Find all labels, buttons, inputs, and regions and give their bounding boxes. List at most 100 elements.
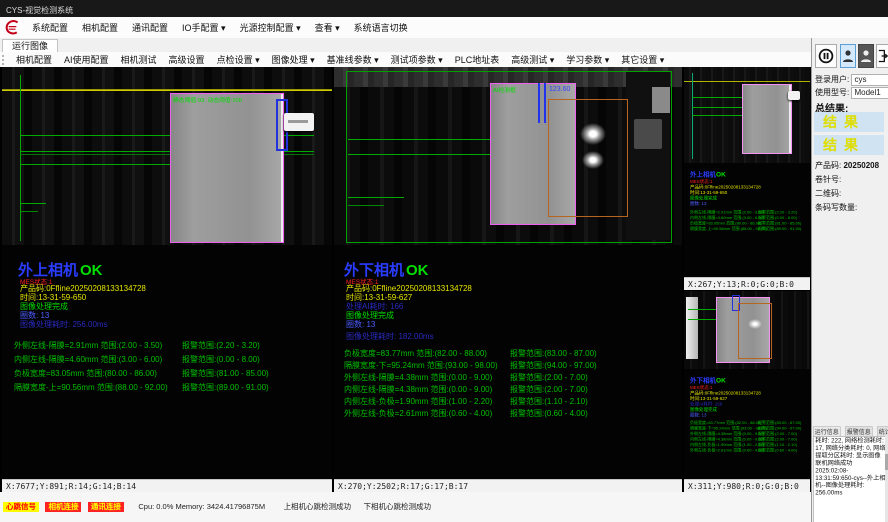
alarm-range-text: 报警范围:(0.60 - 4.00): [510, 408, 588, 419]
overlay-green-hline: [348, 205, 384, 206]
operator-icon: [860, 49, 872, 63]
menu-item-comm-config[interactable]: 通讯配置: [125, 18, 175, 38]
measurement-row: 外侧左线-隔膜=2.91mm 范围:(2.00 - 3.50) 报警范围:(2.…: [14, 340, 332, 351]
measurement-text: 外侧左线-负极=2.61mm 范围:(0.60 - 4.00): [344, 409, 492, 418]
gripper-part: [284, 113, 314, 131]
toolbar: 相机配置 AI使用配置 相机测试 高级设置 点检设置 ▾ 图像处理 ▾ 基准线参…: [0, 52, 888, 68]
turns-text: 圈数: 13: [346, 319, 375, 330]
result-ok-text: OK: [80, 262, 103, 279]
measurement-text: 内侧左线-隔膜=4.60mm 范围:(3.00 - 6.00): [690, 216, 764, 221]
tool-ai-config[interactable]: AI使用配置: [58, 53, 115, 67]
pause-button[interactable]: [815, 44, 837, 68]
overlay-green-hline: [688, 309, 716, 310]
cursor-readout: X:270;Y:2502;R:17;G:17;B:17: [334, 479, 682, 492]
comm-link-badge: 通讯连接: [88, 502, 124, 512]
measurement-text: 内侧左线-隔膜=4.38mm 范围:(0.00 - 9.00): [344, 385, 492, 394]
log-text-area[interactable]: 耗时: 222, 网络检测耗时: 17, 网络分类耗时: 0, 网络提取分区耗时…: [813, 436, 887, 522]
camera-thumb-view-top[interactable]: [684, 67, 810, 163]
tool-advanced-test[interactable]: 高级测试 ▾: [505, 53, 560, 67]
alarm-range-text: 报警范围:(2.20 - 3.20): [182, 340, 260, 351]
toolbar-grip[interactable]: [2, 55, 7, 65]
overlay-green-vline: [20, 75, 21, 241]
menu-item-system-config[interactable]: 系统配置: [25, 18, 75, 38]
cursor-readout: X:267;Y:13;R:0;G:0;B:0: [684, 277, 810, 290]
measurement-text: 外侧左线-负极=2.61mm 范围:(0.60 - 4.00): [690, 448, 764, 453]
overlay-green-hline: [688, 319, 716, 320]
menu-item-language[interactable]: 系统语言切换: [347, 18, 415, 38]
measurement-text: 负极宽度=83.77mm 范围:(82.00 - 88.00): [344, 349, 487, 358]
camera-thumb-panel-top: 外上相机OK MES状态:1 产品码:0Ffline20250208133134…: [684, 67, 810, 290]
camera-view-outer-bottom[interactable]: AI检测框 123.60: [334, 67, 682, 245]
menu-item-io-config[interactable]: IO手配置 ▾: [175, 18, 233, 38]
measurement-text: 隔膜宽度-下=95.24mm 范围:(93.00 - 98.00): [690, 426, 767, 431]
menu-item-view[interactable]: 查看 ▾: [308, 18, 347, 38]
pin-number-label: 卷针号:: [815, 174, 841, 185]
elapsed-text: 图像处理耗时: 182.00ms: [346, 331, 434, 342]
measurement-row: 内侧左线-隔膜=4.60mm 范围:(3.00 - 6.00) 报警范围:(0.…: [14, 354, 332, 365]
machine-part: [652, 87, 670, 113]
cpu-memory-text: Cpu: 0.0% Memory: 3424.41796875M: [138, 502, 265, 511]
user-icon: [842, 49, 854, 63]
camera-thumb-view-bottom[interactable]: [684, 291, 810, 369]
operator-button[interactable]: [858, 44, 874, 68]
qr-code-label: 二维码:: [815, 188, 841, 199]
main-area: 静态阈值:93, 动态阈值:100 外上相机OK MES状态:1 产品码:0Ff…: [0, 67, 811, 492]
tool-test-params[interactable]: 测试项参数 ▾: [385, 53, 449, 67]
login-user-row: 登录用户: cys: [815, 74, 888, 86]
measurement-text: 隔膜宽度-上=90.56mm 范围:(88.00 - 92.00): [690, 227, 767, 232]
overlay-green-hline: [20, 164, 172, 165]
threshold-label: 静态阈值:93, 动态阈值:100: [173, 95, 242, 104]
reflection-glow: [580, 123, 606, 145]
overlay-green-hline: [692, 115, 744, 116]
alarm-range-text: 报警范围:(2.00 - 7.00): [510, 372, 588, 383]
ai-box-label: AI检测框: [493, 85, 516, 94]
login-user-field[interactable]: cys: [851, 74, 888, 86]
turns-text: 圈数: 13: [690, 413, 810, 419]
tool-baseline-params[interactable]: 基准线参数 ▾: [321, 53, 385, 67]
tool-camera-config[interactable]: 相机配置: [10, 53, 58, 67]
camera-view-outer-top[interactable]: 静态阈值:93, 动态阈值:100: [2, 67, 332, 245]
machine-part: [634, 119, 662, 149]
heartbeat-badge: 心跳信号: [3, 502, 39, 512]
write-count-label: 条码写数量:: [815, 202, 857, 213]
elapsed-text: 图像处理耗时: 256.00ms: [20, 319, 108, 330]
user-switch-button[interactable]: [840, 44, 856, 68]
measurement-text: 外侧左线-隔膜=2.91mm 范围:(2.00 - 3.50): [14, 341, 162, 350]
measurement-text: 负极宽度=83.77mm 范围:(82.00 - 88.00): [690, 421, 761, 426]
alarm-range-text: 报警范围:(89.00 - 91.00): [758, 226, 801, 232]
alarm-range-text: 报警范围:(81.00 - 85.00): [182, 368, 269, 379]
tool-camera-test[interactable]: 相机测试: [115, 53, 163, 67]
tool-advanced-settings[interactable]: 高级设置: [163, 53, 211, 67]
control-sidebar: 登录用户: cys 使用型号: Model1 总结果: 结果 结果 产品码: 2…: [811, 38, 888, 522]
tool-plc-table[interactable]: PLC地址表: [449, 53, 506, 67]
detected-cell-region: [742, 84, 792, 154]
tool-other-settings[interactable]: 其它设置 ▾: [615, 53, 670, 67]
overlay-green-vline: [692, 73, 693, 159]
menu-item-camera-config[interactable]: 相机配置: [75, 18, 125, 38]
title-bar: CYS-视觉检测系统: [0, 0, 888, 17]
model-field[interactable]: Model1: [851, 87, 888, 99]
exit-button[interactable]: [876, 44, 888, 68]
tab-run-image[interactable]: 运行图像: [2, 39, 58, 53]
measurement-text: 内侧左线-隔膜=4.38mm 范围:(0.00 - 9.00): [690, 437, 764, 442]
measurement-text: 负极宽度=83.05mm 范围:(80.00 - 86.00): [690, 221, 761, 226]
tool-learn-params[interactable]: 学习参数 ▾: [560, 53, 615, 67]
measurement-text: 负极宽度=83.05mm 范围:(80.00 - 86.00): [14, 369, 157, 378]
alarm-range-text: 报警范围:(0.60 - 4.00): [758, 448, 797, 454]
login-user-label: 登录用户:: [815, 75, 849, 84]
reflection-glow: [748, 319, 762, 329]
tool-spot-check[interactable]: 点检设置 ▾: [211, 53, 266, 67]
alarm-range-text: 报警范围:(94.00 - 97.00): [510, 360, 597, 371]
camera-thumb-panel-bottom: 外下相机OK MES状态:1 产品码:0Ffline20250208133134…: [684, 291, 810, 492]
measurement-text: 内侧左线-负极=1.90mm 范围:(1.00 - 2.20): [344, 397, 492, 406]
camera-link-badge: 相机连接: [45, 502, 81, 512]
overlay-green-hline: [348, 139, 490, 140]
camera-name-text: 外下相机: [690, 377, 716, 385]
product-code-row: 产品码: 20250208: [815, 160, 879, 171]
measurement-row: 外侧左线-隔膜=4.38mm 范围:(0.00 - 9.00) 报警范围:(2.…: [344, 372, 674, 383]
tool-image-processing[interactable]: 图像处理 ▾: [266, 53, 321, 67]
gripper-detail: [288, 120, 308, 123]
menu-item-light-config[interactable]: 光源控制配置 ▾: [233, 18, 308, 38]
measurement-row: 负极宽度=83.77mm 范围:(82.00 - 88.00) 报警范围:(83…: [344, 348, 674, 359]
overlay-yellow-line: [684, 81, 810, 82]
